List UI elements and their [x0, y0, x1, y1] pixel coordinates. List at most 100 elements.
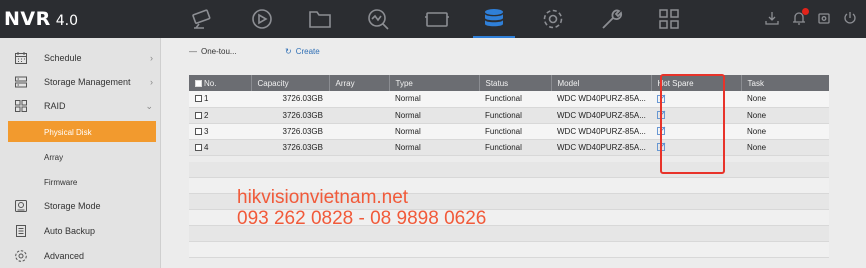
live-view-icon[interactable] — [190, 7, 216, 31]
row-checkbox[interactable] — [195, 111, 202, 119]
alarm-icon[interactable] — [792, 8, 809, 25]
camera-icon[interactable] — [424, 7, 450, 31]
sidebar-subitem-label: Physical Disk — [44, 128, 92, 137]
cell-capacity: 3726.03GB — [251, 139, 329, 156]
top-navigation-bar: NVR 4.0 — [0, 0, 866, 38]
config-icon[interactable] — [540, 7, 566, 31]
sidebar-item-raid[interactable]: RAID ⌄ — [0, 94, 161, 118]
cell-model: WDC WD40PURZ-85A... — [551, 123, 651, 140]
sidebar-item-schedule[interactable]: Schedule › — [0, 46, 161, 70]
empty-row — [189, 242, 829, 258]
grid-icon[interactable] — [656, 7, 682, 31]
cell-no: 1 — [189, 91, 251, 108]
download-icon[interactable] — [765, 11, 779, 25]
backup-icon — [14, 224, 28, 238]
file-icon[interactable] — [307, 7, 333, 31]
cell-task: None — [741, 91, 829, 108]
cell-array — [329, 107, 389, 124]
sidebar-item-label: Advanced — [44, 251, 85, 261]
cell-capacity: 3726.03GB — [251, 91, 329, 108]
sidebar-subitem-firmware[interactable]: Firmware — [0, 171, 161, 193]
cell-array — [329, 123, 389, 140]
cell-status: Functional — [479, 107, 551, 124]
sidebar-item-storage-management[interactable]: Storage Management › — [0, 70, 161, 94]
sidebar-item-label: Auto Backup — [44, 226, 96, 236]
cell-status: Functional — [479, 123, 551, 140]
main-content: — One-tou... ↻ Create No. Capacity Array T… — [161, 38, 866, 268]
alert-badge-icon — [802, 8, 809, 15]
playback-icon[interactable] — [249, 7, 275, 31]
chevron-down-icon: ⌄ — [145, 101, 153, 111]
hot-spare-highlight-box — [660, 74, 725, 174]
raid-icon — [14, 99, 28, 113]
column-header-model[interactable]: Model — [550, 75, 651, 91]
select-all-checkbox[interactable] — [195, 79, 202, 87]
power-icon[interactable] — [843, 11, 857, 25]
row-number: 4 — [204, 142, 209, 152]
brand-logo: NVR 4.0 — [4, 8, 78, 30]
one-touch-button[interactable]: — One-tou... — [189, 47, 237, 56]
column-header-task[interactable]: Task — [740, 75, 829, 91]
sidebar-item-label: Storage Management — [44, 77, 131, 87]
chevron-right-icon: › — [150, 77, 153, 87]
cell-array — [329, 91, 389, 108]
cell-task: None — [741, 107, 829, 124]
column-header-status[interactable]: Status — [478, 75, 551, 91]
cell-status: Functional — [479, 91, 551, 108]
sidebar-subitem-array[interactable]: Array — [0, 146, 161, 168]
watermark-phones: 093 262 0828 - 08 9898 0626 — [237, 208, 487, 229]
chevron-right-icon: › — [150, 53, 153, 63]
sidebar-item-storage-mode[interactable]: Storage Mode — [0, 194, 161, 218]
cell-model: WDC WD40PURZ-85A... — [551, 91, 651, 108]
row-number: 1 — [204, 94, 209, 104]
disk-icon — [14, 199, 28, 213]
cell-type: Normal — [389, 107, 479, 124]
maintenance-icon[interactable] — [598, 7, 624, 31]
sidebar-item-label: RAID — [44, 101, 66, 111]
row-checkbox[interactable] — [195, 143, 202, 151]
brand-version: 4.0 — [55, 13, 79, 29]
cell-array — [329, 139, 389, 156]
cell-type: Normal — [389, 123, 479, 140]
row-checkbox[interactable] — [195, 127, 202, 135]
table-row[interactable]: 4 3726.03GB Normal Functional WDC WD40PU… — [189, 139, 829, 156]
table-row[interactable]: 1 3726.03GB Normal Functional WDC WD40PU… — [189, 91, 829, 108]
cell-task: None — [741, 139, 829, 156]
sidebar-subitem-label: Firmware — [44, 178, 78, 187]
sidebar-item-label: Schedule — [44, 53, 82, 63]
sidebar-item-auto-backup[interactable]: Auto Backup — [0, 219, 161, 243]
sidebar-subitem-physical-disk[interactable]: Physical Disk — [0, 121, 161, 143]
sidebar-item-label: Storage Mode — [44, 201, 101, 211]
cell-task: None — [741, 123, 829, 140]
lock-icon[interactable] — [817, 11, 831, 25]
sidebar-item-advanced[interactable]: Advanced — [0, 244, 161, 268]
cell-type: Normal — [389, 91, 479, 108]
empty-row — [189, 162, 829, 178]
column-label: No. — [204, 78, 217, 88]
table-row[interactable]: 3 3726.03GB Normal Functional WDC WD40PU… — [189, 123, 829, 140]
cell-no: 3 — [189, 123, 251, 140]
sidebar-subitem-label: Array — [44, 153, 64, 162]
column-header-capacity[interactable]: Capacity — [250, 75, 329, 91]
column-header-type[interactable]: Type — [388, 75, 479, 91]
cell-type: Normal — [389, 139, 479, 156]
watermark-site: hikvisionvietnam.net — [237, 187, 409, 208]
cell-no: 4 — [189, 139, 251, 156]
storage-icon[interactable] — [473, 7, 515, 38]
table-row[interactable]: 2 3726.03GB Normal Functional WDC WD40PU… — [189, 107, 829, 124]
row-number: 2 — [204, 110, 209, 120]
column-header-no[interactable]: No. — [189, 75, 251, 91]
table-header: No. Capacity Array Type Status Model Hot… — [189, 75, 829, 91]
column-header-array[interactable]: Array — [328, 75, 389, 91]
create-button[interactable]: ↻ Create — [285, 47, 320, 56]
refresh-icon: ↻ — [285, 47, 292, 56]
row-checkbox[interactable] — [195, 95, 202, 103]
calendar-icon — [14, 51, 28, 65]
storage-management-icon — [14, 75, 28, 89]
cell-status: Functional — [479, 139, 551, 156]
search-icon[interactable] — [365, 7, 391, 31]
advanced-icon — [14, 249, 28, 263]
one-touch-label: One-tou... — [201, 47, 237, 56]
cell-model: WDC WD40PURZ-85A... — [551, 107, 651, 124]
physical-disk-table: No. Capacity Array Type Status Model Hot… — [189, 75, 829, 156]
